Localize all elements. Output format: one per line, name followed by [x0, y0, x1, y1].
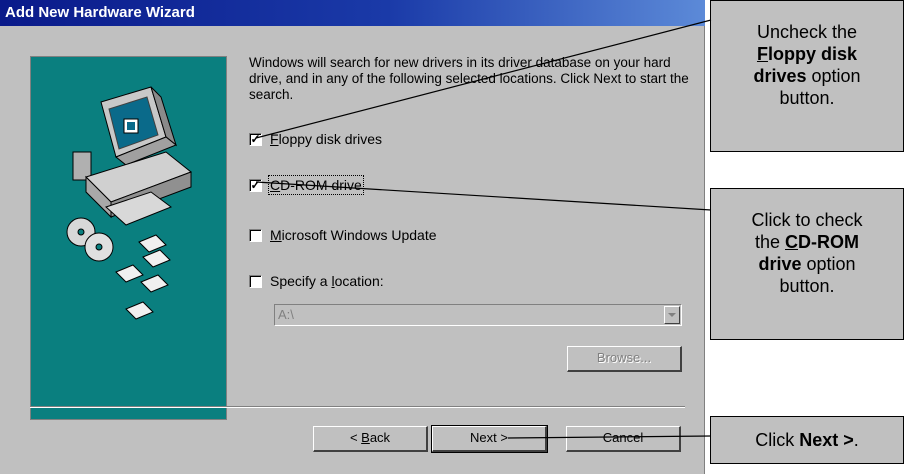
floppy-disk-drives-checkbox[interactable]: ✓ Floppy disk drives	[249, 130, 382, 148]
title-bar: Add New Hardware Wizard	[0, 0, 705, 26]
checkmark-icon: ✓	[250, 131, 261, 146]
location-value: A:\	[278, 307, 294, 322]
callout-cdrom-line4: button.	[779, 276, 835, 296]
callout-next: Click Next >.	[710, 416, 904, 464]
checkbox-box[interactable]	[249, 274, 262, 288]
checkbox-box[interactable]: ✓	[249, 131, 262, 146]
callout-floppy: Uncheck the Floppy disk drives option bu…	[710, 0, 904, 152]
checkmark-icon: ✓	[250, 177, 261, 192]
windows-update-label: Microsoft Windows Update	[270, 227, 437, 243]
callout-cdrom-line3: drive option	[758, 254, 856, 274]
intro-text: Windows will search for new drivers in i…	[249, 55, 689, 102]
cd-rom-drive-checkbox[interactable]: ✓ CD-ROM drive	[249, 175, 364, 195]
specify-location-label: Specify a location:	[270, 273, 384, 289]
cancel-button[interactable]: Cancel	[566, 426, 681, 452]
chevron-down-icon[interactable]	[664, 306, 680, 324]
window-title: Add New Hardware Wizard	[5, 4, 195, 21]
callout-floppy-line4: button.	[779, 88, 835, 108]
callout-floppy-line1: Uncheck the	[756, 22, 858, 42]
callout-next-bold: Next >	[799, 430, 854, 450]
callout-floppy-line3: drives option	[753, 66, 861, 86]
location-dropdown[interactable]: A:\	[274, 304, 682, 326]
next-button[interactable]: Next >	[431, 425, 548, 453]
computer-disks-icon	[66, 86, 192, 320]
back-button[interactable]: < Back	[313, 426, 428, 452]
cd-rom-label: CD-ROM drive	[268, 175, 364, 195]
callout-next-pre: Click	[755, 430, 800, 450]
wizard-dialog: Add New Hardware Wizard Windows will sea…	[0, 0, 705, 474]
callout-cdrom: Click to check the CD-ROM drive option b…	[710, 188, 904, 340]
callout-cdrom-line2: the CD-ROM	[754, 232, 860, 252]
floppy-label: Floppy disk drives	[270, 131, 383, 147]
wizard-illustration	[30, 56, 227, 420]
callout-next-post: .	[853, 430, 859, 450]
checkbox-box[interactable]: ✓	[249, 177, 262, 192]
browse-button[interactable]: Browse...	[567, 346, 682, 372]
checkbox-box[interactable]	[249, 228, 262, 242]
separator	[30, 406, 685, 408]
callout-floppy-line2: Floppy disk	[756, 44, 857, 64]
specify-location-checkbox[interactable]: Specify a location:	[249, 272, 384, 290]
callout-cdrom-line1: Click to check	[751, 210, 863, 230]
windows-update-checkbox[interactable]: Microsoft Windows Update	[249, 226, 437, 244]
